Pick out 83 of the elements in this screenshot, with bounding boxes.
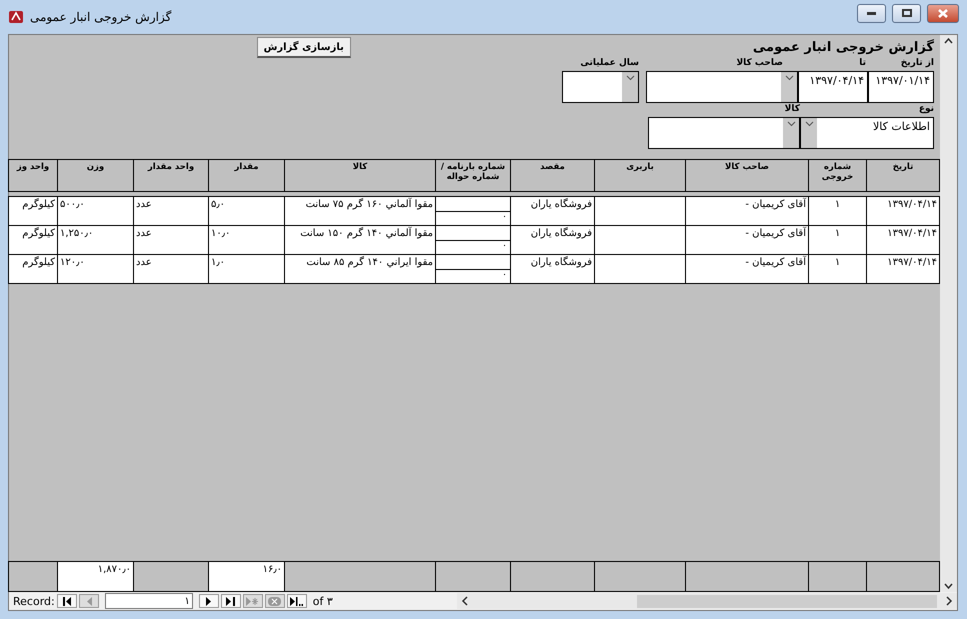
table-cell: ۱,۲۵۰٫۰ [57, 225, 134, 255]
next-record-icon [206, 596, 212, 606]
table-cell: عدد [133, 225, 209, 255]
table-cell: مقوا آلماني ۱۴۰ گرم ۱۵۰ سانت [284, 225, 436, 255]
combo-box[interactable] [562, 71, 639, 103]
combo-box[interactable]: اطلاعات کالا [800, 117, 934, 149]
rebuild-report-button[interactable]: بازسازی گزارش [256, 37, 351, 58]
table-cell: مقوا ایراني ۱۴۰ گرم ۸۵ سانت [284, 254, 436, 284]
column-header: کالا [284, 159, 436, 192]
column-header: مقدار [208, 159, 285, 192]
table-cell: فروشگاه یاران [510, 196, 595, 226]
table-cell: آقای کریمیان - [685, 254, 809, 284]
record-count: of ۳ [312, 594, 333, 608]
app-icon [8, 9, 24, 25]
table-cell: فروشگاه یاران [510, 225, 595, 255]
column-header: واحد وز [8, 159, 58, 192]
record-nav-button[interactable] [286, 594, 307, 608]
field-label: از تاریخ [900, 58, 934, 70]
form-title: گزارش خروجی انبار عمومی [752, 40, 934, 55]
table-cell: آقای کریمیان - [685, 196, 809, 226]
record-nav-button[interactable] [198, 594, 219, 608]
table-cell: ۰ [435, 268, 511, 284]
column-header: واحد مقدار [133, 159, 209, 192]
column-header: وزن [57, 159, 134, 192]
table-cell: آقای کریمیان - [685, 225, 809, 255]
text-field[interactable]: ۱۳۹۷/۰۴/۱۴ [798, 71, 868, 103]
record-nav-button[interactable] [56, 594, 77, 608]
table-cell: ۱ [808, 225, 867, 255]
table-cell: ۱ [808, 196, 867, 226]
close-button[interactable] [927, 4, 959, 22]
table-cell: ۵۰۰٫۰ [57, 196, 134, 226]
footer-cell [808, 561, 867, 592]
last-record-icon [226, 596, 236, 606]
scroll-left-icon[interactable] [461, 596, 469, 606]
field-label: کالا [784, 104, 800, 116]
table-cell: کیلوگرم [8, 196, 58, 226]
record-nav-button[interactable] [220, 594, 241, 608]
previous-record-icon [86, 596, 92, 606]
delete-record-icon [268, 596, 282, 606]
scroll-right-icon[interactable] [945, 596, 953, 606]
vertical-scrollbar[interactable] [940, 35, 957, 592]
table-cell: ۵٫۰ [208, 196, 285, 226]
column-header: تاریخ [866, 159, 940, 192]
total-cell: ۱,۸۷۰٫۰ [57, 561, 134, 592]
first-record-icon [62, 596, 72, 606]
record-number-field[interactable]: ۱ [104, 593, 193, 609]
table-cell: کیلوگرم [8, 225, 58, 255]
column-header: شماره بارنامه / شماره حواله [435, 159, 511, 192]
horizontal-scrollbar[interactable] [457, 593, 957, 609]
record-label: Record: [13, 594, 55, 608]
new-record-icon [246, 596, 260, 606]
combo-box[interactable] [646, 71, 798, 103]
field-label: سال عملیاتی [579, 58, 639, 70]
table-cell: ۱۳۹۷/۰۴/۱۴ [866, 254, 940, 284]
field-label: نوع [918, 104, 934, 116]
table-cell: عدد [133, 196, 209, 226]
scroll-thumb[interactable] [637, 594, 937, 608]
restore-button[interactable] [892, 4, 921, 22]
table-cell: مقوا آلماني ۱۶۰ گرم ۷۵ سانت [284, 196, 436, 226]
restore-icon [902, 9, 912, 17]
text-field[interactable]: ۱۳۹۷/۰۱/۱۴ [868, 71, 934, 103]
column-header: باربری [594, 159, 686, 192]
close-icon [938, 8, 948, 18]
field-label: تا [858, 58, 866, 70]
table-cell: کیلوگرم [8, 254, 58, 284]
filter-record-icon [290, 596, 304, 606]
column-header: شماره خروجی [808, 159, 867, 192]
table-cell: ۱ [808, 254, 867, 284]
minimize-button[interactable] [857, 4, 886, 22]
field-label: صاحب کالا [735, 58, 783, 70]
table-cell: ۱۳۹۷/۰۴/۱۴ [866, 225, 940, 255]
total-cell: ۱۶٫۰ [208, 561, 285, 592]
table-cell: ۱۰٫۰ [208, 225, 285, 255]
table-cell: ۱۲۰٫۰ [57, 254, 134, 284]
window-title: گزارش خروجی انبار عمومی [30, 10, 172, 24]
column-header: صاحب کالا [685, 159, 809, 192]
column-header: مقصد [510, 159, 595, 192]
table-cell: ۱۳۹۷/۰۴/۱۴ [866, 196, 940, 226]
combo-box[interactable] [648, 117, 800, 149]
table-cell: فروشگاه یاران [510, 254, 595, 284]
table-cell: ۱٫۰ [208, 254, 285, 284]
table-cell: عدد [133, 254, 209, 284]
minimize-icon [867, 12, 876, 14]
